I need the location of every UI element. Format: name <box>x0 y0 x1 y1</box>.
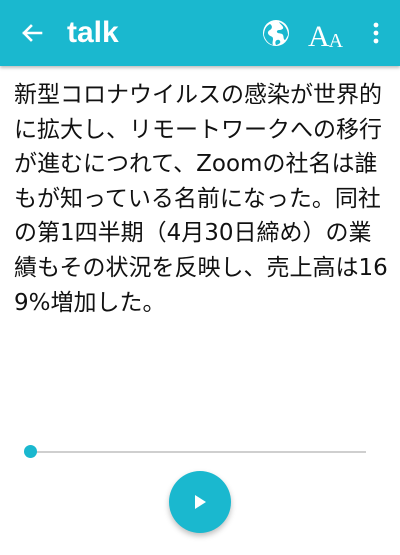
font-size-small-glyph: A <box>328 30 344 52</box>
globe-icon <box>263 20 289 46</box>
language-button[interactable] <box>259 16 293 50</box>
app-bar: talk A A <box>0 0 400 66</box>
back-button[interactable] <box>14 15 50 51</box>
play-icon <box>195 495 206 509</box>
seek-thumb[interactable] <box>24 445 37 458</box>
seek-track <box>30 451 366 453</box>
app-title: talk <box>67 16 119 49</box>
more-options-button[interactable] <box>362 17 390 49</box>
font-size-icon: A A <box>308 20 344 53</box>
font-size-big-glyph: A <box>308 20 330 53</box>
play-button[interactable] <box>169 471 231 533</box>
seek-bar[interactable] <box>24 440 366 464</box>
more-vertical-icon <box>373 22 379 44</box>
article-text: 新型コロナウイルスの感染が世界的に拡大し、リモートワークへの移行が進むにつれて、… <box>14 82 388 316</box>
arrow-left-icon <box>22 24 43 42</box>
font-size-button[interactable]: A A <box>308 14 344 53</box>
